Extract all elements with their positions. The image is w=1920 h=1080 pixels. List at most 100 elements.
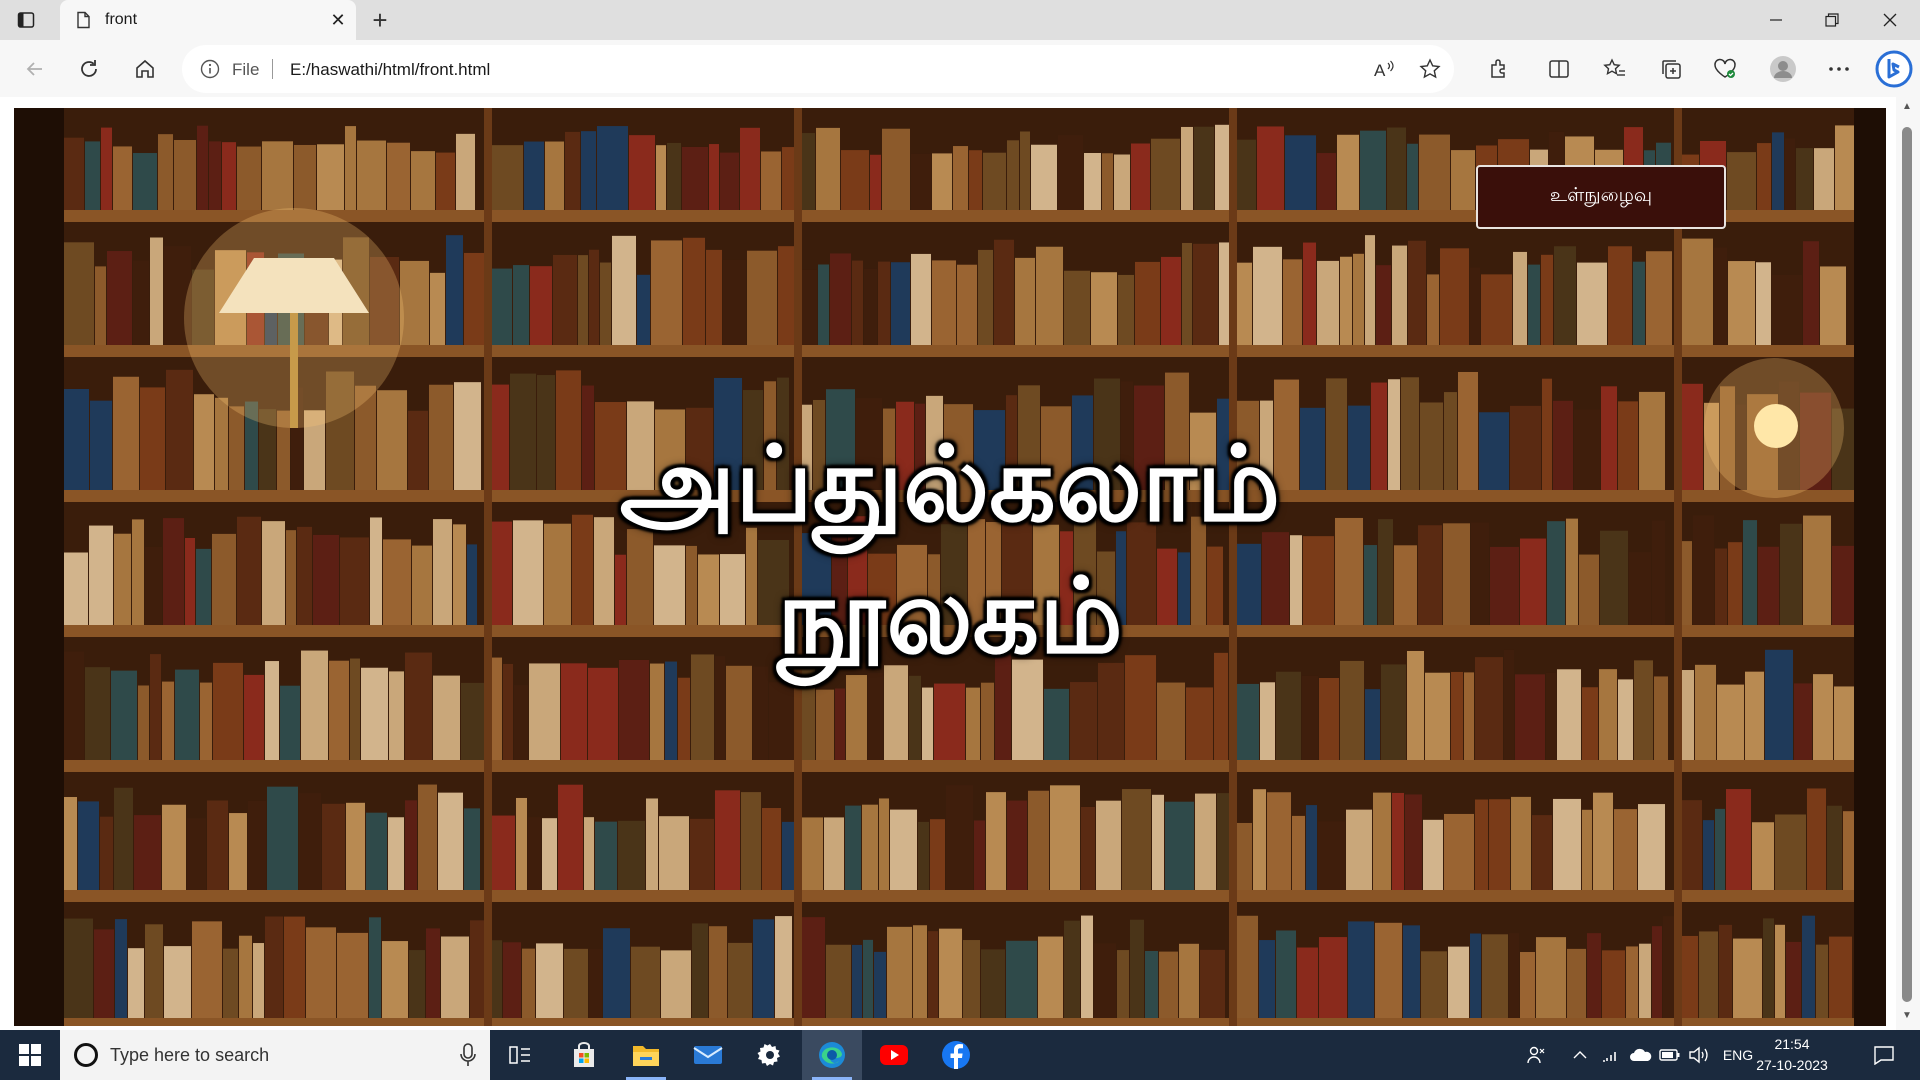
scroll-thumb[interactable] <box>1902 127 1912 1002</box>
favorite-star-icon[interactable] <box>1418 57 1442 81</box>
book-spine <box>870 154 881 210</box>
settings-gear-icon[interactable] <box>740 1030 800 1080</box>
book-spine <box>229 406 244 490</box>
close-tab-icon[interactable]: ✕ <box>326 8 350 32</box>
copilot-bing-icon[interactable] <box>1874 49 1914 89</box>
book-spine <box>651 240 682 345</box>
profile-avatar-icon[interactable] <box>1766 52 1800 86</box>
book-spine <box>1528 264 1540 345</box>
book-spine <box>64 242 94 345</box>
book-spine <box>1752 822 1774 890</box>
book-spine <box>845 805 861 890</box>
show-hidden-icons-chevron-icon[interactable] <box>1570 1030 1590 1080</box>
home-icon[interactable] <box>128 52 162 86</box>
book-spine <box>1375 922 1402 1018</box>
book-spine <box>1346 809 1372 890</box>
login-button[interactable]: உள்நுழைவு <box>1476 165 1726 229</box>
address-url[interactable]: E:/haswathi/html/front.html <box>290 60 490 80</box>
scroll-down-icon[interactable]: ▼ <box>1901 1010 1913 1022</box>
taskbar-search-box[interactable]: Type here to search <box>60 1030 490 1080</box>
book-spine <box>1511 796 1531 890</box>
refresh-icon[interactable] <box>72 52 106 86</box>
title-line-2: நூலகம் <box>777 555 1123 677</box>
book-spine <box>1772 132 1784 210</box>
book-spine <box>1193 243 1218 345</box>
book-spine <box>1639 943 1651 1018</box>
favorites-icon[interactable] <box>1598 52 1632 86</box>
read-aloud-icon[interactable]: A <box>1372 57 1396 81</box>
back-icon[interactable] <box>18 52 52 86</box>
book-spine <box>1152 794 1164 890</box>
book-spine <box>1044 688 1069 760</box>
book-spine <box>138 685 149 760</box>
collections-icon[interactable] <box>1654 52 1688 86</box>
people-icon[interactable] <box>1522 1030 1550 1080</box>
microsoft-store-icon[interactable] <box>554 1030 614 1080</box>
system-clock[interactable]: 21:54 27-10-2023 <box>1752 1034 1832 1076</box>
book-spine <box>1376 265 1391 345</box>
book-spine <box>661 950 691 1018</box>
file-explorer-icon[interactable] <box>616 1030 676 1080</box>
tab-front[interactable]: front ✕ <box>60 0 356 40</box>
new-tab-button[interactable]: + <box>366 5 394 35</box>
extensions-icon[interactable] <box>1482 52 1516 86</box>
more-options-icon[interactable] <box>1822 52 1856 86</box>
book-spine <box>262 141 293 210</box>
clock-time: 21:54 <box>1774 1036 1810 1052</box>
book-spine <box>530 266 552 345</box>
edge-browser-icon[interactable] <box>802 1030 862 1080</box>
book-spine <box>207 800 228 890</box>
book-spine <box>1601 386 1617 490</box>
start-windows-icon[interactable] <box>0 1030 60 1080</box>
book-spine <box>1593 792 1613 890</box>
book-spine <box>64 797 77 890</box>
tab-actions-icon[interactable] <box>14 8 38 32</box>
close-window-icon[interactable] <box>1862 0 1918 40</box>
book-spine <box>542 818 557 890</box>
facebook-icon[interactable] <box>926 1030 986 1080</box>
book-spine <box>1646 251 1672 345</box>
book-spine <box>114 533 131 625</box>
svg-text:A: A <box>1374 61 1386 79</box>
book-spine <box>409 950 425 1018</box>
book-spine <box>1451 150 1475 210</box>
network-icon[interactable] <box>1600 1030 1622 1080</box>
book-spine <box>1481 274 1512 345</box>
book-spine <box>1714 247 1727 345</box>
volume-icon[interactable] <box>1686 1030 1712 1080</box>
info-icon[interactable] <box>200 59 220 79</box>
book-spine <box>1813 674 1833 760</box>
minimize-icon[interactable] <box>1748 0 1804 40</box>
microphone-icon[interactable] <box>458 1042 478 1068</box>
book-spine <box>209 141 221 210</box>
book-spine <box>215 397 228 490</box>
browser-essentials-icon[interactable] <box>1708 52 1742 86</box>
book-spine <box>1302 675 1318 760</box>
scroll-up-icon[interactable]: ▲ <box>1901 101 1913 113</box>
book-spine <box>1405 794 1422 890</box>
book-spine <box>411 151 435 210</box>
notification-center-icon[interactable] <box>1864 1030 1904 1080</box>
split-screen-icon[interactable] <box>1542 52 1576 86</box>
book-spine <box>690 818 714 890</box>
book-spine <box>678 677 690 760</box>
onedrive-cloud-icon[interactable] <box>1628 1030 1654 1080</box>
vertical-scrollbar[interactable]: ▲ ▼ <box>1896 97 1920 1030</box>
book-spine <box>709 144 719 210</box>
book-spine <box>637 274 650 345</box>
address-bar[interactable]: File E:/haswathi/html/front.html A <box>182 45 1454 93</box>
book-spine <box>389 671 404 760</box>
mail-icon[interactable] <box>678 1030 738 1080</box>
book-spine <box>1392 245 1407 345</box>
book-spine <box>1785 138 1795 210</box>
tab-bar: front ✕ + <box>0 0 1920 40</box>
book-spine <box>1587 933 1601 1018</box>
youtube-icon[interactable] <box>864 1030 924 1080</box>
book-spine <box>1161 256 1181 345</box>
book-spine <box>1237 822 1252 890</box>
battery-icon[interactable] <box>1658 1030 1682 1080</box>
book-spine <box>957 264 977 345</box>
task-view-icon[interactable] <box>490 1030 550 1080</box>
restore-icon[interactable] <box>1804 0 1860 40</box>
book-spine <box>503 942 521 1018</box>
